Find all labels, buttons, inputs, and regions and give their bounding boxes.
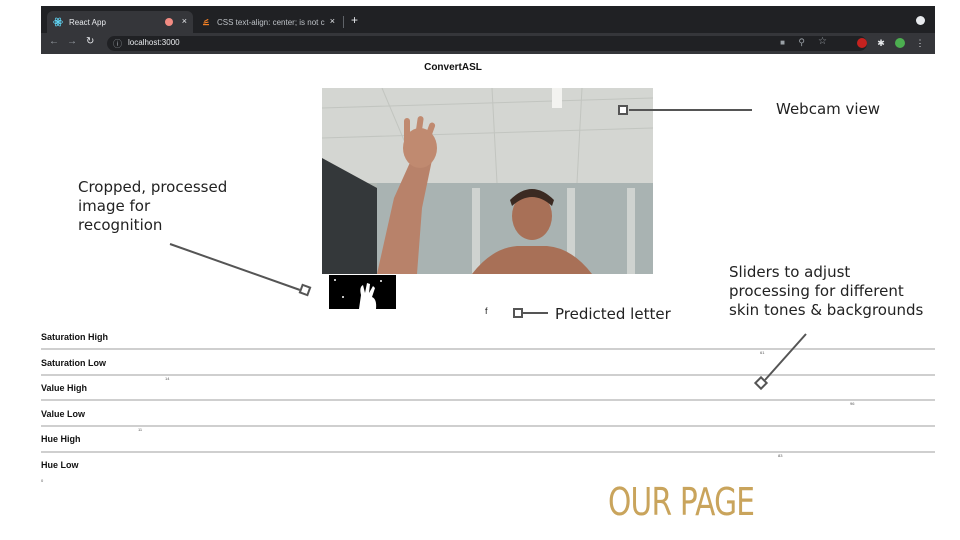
slide-footer-title: OUR PAGE <box>608 480 755 524</box>
predicted-pointer-marker <box>513 308 523 318</box>
annotation-cropped-line: image for <box>78 197 151 215</box>
annotation-webcam: Webcam view <box>776 100 881 118</box>
annotation-sliders-line: Sliders to adjust <box>729 263 851 281</box>
annotation-cropped: Cropped, processed image for recognition <box>78 178 227 235</box>
slide: React App × CSS text-align: center; is n… <box>0 0 960 540</box>
annotation-sliders: Sliders to adjust processing for differe… <box>729 263 923 320</box>
annotation-cropped-line: Cropped, processed <box>78 178 228 196</box>
webcam-pointer-marker <box>618 105 628 115</box>
annotation-sliders-line: processing for different <box>729 282 904 300</box>
annotation-cropped-line: recognition <box>78 216 163 234</box>
annotation-sliders-line: skin tones & backgrounds <box>729 301 924 319</box>
annotation-predicted: Predicted letter <box>555 305 671 323</box>
